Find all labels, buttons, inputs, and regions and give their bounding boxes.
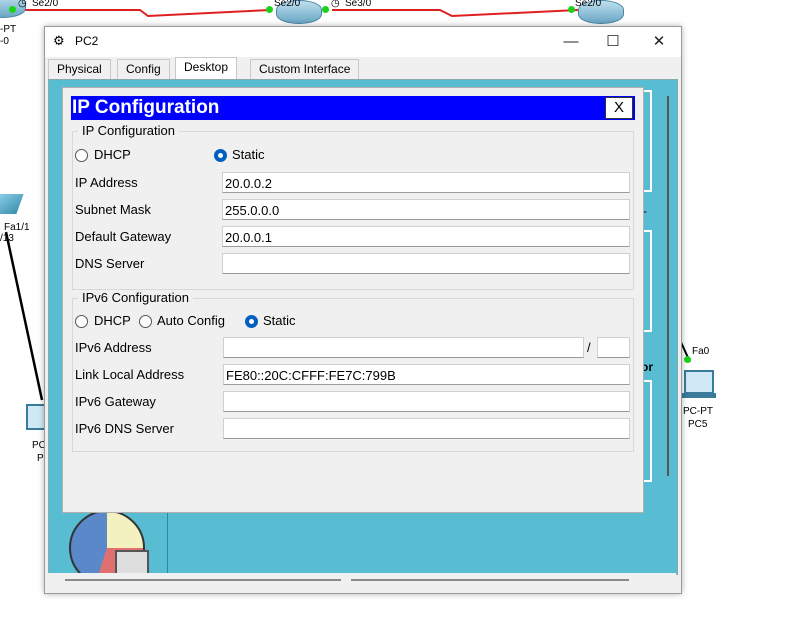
device-name-label: P	[37, 453, 44, 464]
ipv6-auto-config-label: Auto Config	[157, 313, 225, 328]
ipv6-group-legend: IPv6 Configuration	[78, 290, 193, 305]
ipv4-group-legend: IP Configuration	[78, 123, 179, 138]
port-label: Se2/0	[274, 0, 301, 9]
horizontal-scrollbar[interactable]	[351, 579, 629, 581]
ipv4-static-label: Static	[232, 147, 265, 162]
clock-icon: ◷	[331, 0, 340, 9]
divider	[167, 510, 168, 574]
window-titlebar[interactable]: ⚙ PC2 — ☐ ✕	[45, 27, 681, 57]
link-local-address-input[interactable]: FE80::20C:CFFF:FE7C:799B	[223, 364, 630, 385]
ipv6-dns-server-label: IPv6 DNS Server	[75, 421, 174, 436]
dialog-title: IP Configuration	[72, 97, 220, 118]
subnet-mask-input[interactable]: 255.0.0.0	[222, 199, 630, 220]
ip-address-input[interactable]: 20.0.0.2	[222, 172, 630, 193]
ipv6-auto-config-radio[interactable]	[139, 315, 152, 328]
horizontal-scrollbar[interactable]	[65, 579, 341, 581]
ipv6-dhcp-label: DHCP	[94, 313, 131, 328]
ipv6-dhcp-radio[interactable]	[75, 315, 88, 328]
close-button[interactable]: ✕	[639, 31, 679, 53]
link-status-dot	[684, 356, 691, 363]
port-label: /13	[0, 233, 14, 244]
clock-icon: ◷	[18, 0, 27, 9]
port-label: Se2/0	[575, 0, 602, 9]
default-gateway-input[interactable]: 20.0.0.1	[222, 226, 630, 247]
serial-link-2[interactable]	[332, 9, 579, 18]
maximize-button[interactable]: ☐	[593, 31, 633, 53]
ipv6-static-radio[interactable]	[245, 315, 258, 328]
device-name-label: -0	[0, 36, 9, 47]
ipv4-static-radio[interactable]	[214, 149, 227, 162]
port-label: Fa1/1	[4, 222, 30, 233]
ipv6-address-label: IPv6 Address	[75, 340, 152, 355]
ipv6-gateway-input[interactable]	[223, 391, 630, 412]
port-label: Se3/0	[345, 0, 372, 9]
link-status-dot	[9, 6, 16, 13]
minimize-button[interactable]: —	[551, 31, 591, 53]
dns-server-input[interactable]	[222, 253, 630, 274]
device-name-label: PC5	[688, 419, 708, 430]
window-title: PC2	[75, 34, 99, 48]
dialog-titlebar: IP Configuration X	[71, 96, 635, 120]
device-type-label: PC-PT	[683, 406, 713, 417]
ethernet-link-left[interactable]	[4, 231, 44, 401]
serial-link-1[interactable]	[0, 9, 271, 18]
dialog-close-button[interactable]: X	[605, 97, 633, 119]
tab-desktop[interactable]: Desktop	[175, 57, 238, 79]
device-type-label: -PT	[0, 24, 17, 35]
default-gateway-label: Default Gateway	[75, 229, 172, 244]
ip-address-label: IP Address	[75, 175, 138, 190]
pc-icon[interactable]	[682, 370, 716, 398]
tab-custom-interface[interactable]: Custom Interface	[250, 59, 360, 79]
app-icon: ⚙	[53, 33, 65, 48]
ipv6-dns-server-input[interactable]	[223, 418, 630, 439]
ip-configuration-dialog[interactable]: IP Configuration X IP Configuration DHCP…	[62, 87, 644, 513]
horizontal-scroll-area	[48, 573, 676, 589]
vertical-scrollbar[interactable]	[667, 96, 669, 476]
link-status-dot	[568, 6, 575, 13]
link-status-dot	[266, 6, 273, 13]
dns-server-label: DNS Server	[75, 256, 145, 271]
tab-bar: Physical Config Desktop Custom Interface	[45, 57, 681, 79]
ipv4-dhcp-radio[interactable]	[75, 149, 88, 162]
port-label: Fa0	[692, 346, 710, 357]
ipv6-prefix-input[interactable]	[597, 337, 630, 358]
ipv6-address-input[interactable]	[223, 337, 584, 358]
ipv6-gateway-label: IPv6 Gateway	[75, 394, 156, 409]
tab-physical[interactable]: Physical	[48, 59, 111, 79]
port-label: Se2/0	[32, 0, 59, 9]
link-local-address-label: Link Local Address	[75, 367, 185, 382]
link-status-dot	[322, 6, 329, 13]
tab-config[interactable]: Config	[117, 59, 170, 79]
prefix-separator: /	[587, 340, 591, 355]
ipv6-static-label: Static	[263, 313, 296, 328]
subnet-mask-label: Subnet Mask	[75, 202, 151, 217]
ipv4-dhcp-label: DHCP	[94, 147, 131, 162]
